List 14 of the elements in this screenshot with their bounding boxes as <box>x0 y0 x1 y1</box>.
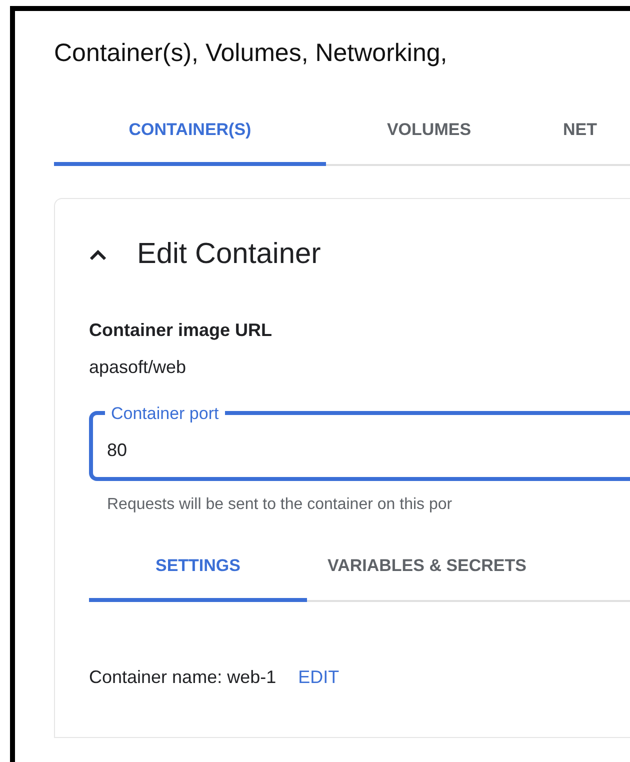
tab[interactable]: VARIABLES & SECRETS <box>307 552 547 602</box>
container-name-text: Container name: web-1 <box>89 666 276 689</box>
tab[interactable]: VOLUMES <box>326 116 532 166</box>
tab[interactable]: CONTAINER(S) <box>54 116 326 166</box>
collapse-chevron-icon[interactable] <box>89 248 107 261</box>
edit-link[interactable]: EDIT <box>298 664 340 691</box>
panel-title: Edit Container <box>137 237 321 272</box>
page-heading: Container(s), Volumes, Networking, <box>54 38 448 69</box>
tab[interactable]: SETTINGS <box>89 552 307 602</box>
tab[interactable]: NET <box>532 116 628 166</box>
port-input[interactable]: 80 <box>107 436 407 464</box>
field-value: apasoft/web <box>89 356 188 379</box>
field-label: Container image URL <box>89 318 274 342</box>
helper-text: Requests will be sent to the container on this por <box>107 494 454 514</box>
